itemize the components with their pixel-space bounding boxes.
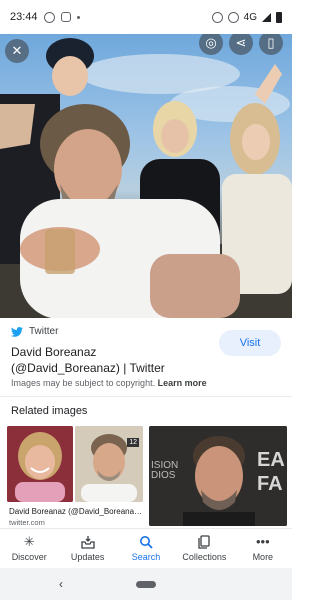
nav-collections[interactable]: Collections <box>175 529 233 568</box>
network-type: 4G <box>243 11 257 23</box>
home-pill[interactable] <box>136 581 156 588</box>
nav-search[interactable]: Search <box>117 529 175 568</box>
learn-more-link[interactable]: Learn more <box>158 378 207 388</box>
more-icon: ••• <box>256 534 270 549</box>
hero-photo <box>0 38 292 318</box>
share-icon: ⋖ <box>235 35 247 50</box>
result-title[interactable]: David Boreanaz (@David_Boreanaz) | Twitt… <box>11 344 201 376</box>
backdrop-text-right-2: FA <box>257 473 283 495</box>
dnd-icon <box>227 11 239 23</box>
nav-label: Search <box>131 552 161 562</box>
collections-icon <box>197 535 211 549</box>
related-thumb-3[interactable]: ISION DIOS EA FA <box>149 426 287 526</box>
nav-label: More <box>252 552 274 562</box>
related-heading: Related images <box>11 405 88 417</box>
inbox-icon <box>80 535 95 549</box>
nav-label: Collections <box>182 552 227 562</box>
related-photo-3: ISION DIOS EA FA <box>149 426 287 526</box>
backdrop-text-left-2: DIOS <box>151 470 176 481</box>
lens-icon: ◎ <box>205 35 217 50</box>
data-saver-icon <box>43 11 55 23</box>
asterisk-icon: ✳ <box>23 534 35 549</box>
hero-image[interactable]: ✕ ◎ ⋖ ▯ <box>0 34 292 318</box>
thumb-badge: 12 <box>127 438 139 447</box>
system-navigation: ‹ <box>0 568 292 600</box>
visit-button[interactable]: Visit <box>219 330 281 356</box>
status-bar: 23:44 4G <box>0 0 292 34</box>
close-button[interactable]: ✕ <box>5 39 29 63</box>
related-photo-1 <box>7 426 73 502</box>
divider <box>0 396 292 397</box>
instagram-icon <box>60 12 71 22</box>
related-thumb-1[interactable] <box>7 426 73 502</box>
source-name: Twitter <box>29 326 59 337</box>
nav-label: Updates <box>70 552 105 562</box>
copyright-text: Images may be subject to copyright. <box>11 378 156 388</box>
alarm-icon <box>211 11 223 23</box>
source-row: Twitter <box>11 326 58 337</box>
copyright-notice: Images may be subject to copyright. Lear… <box>11 378 207 388</box>
backdrop-text-right: EA <box>257 449 285 471</box>
signal-icon <box>262 12 271 22</box>
nav-updates[interactable]: Updates <box>58 529 116 568</box>
nav-label: Discover <box>11 552 47 562</box>
twitter-icon <box>11 326 23 337</box>
nav-discover[interactable]: ✳ Discover <box>0 529 58 568</box>
bookmark-icon: ▯ <box>267 35 275 50</box>
status-time: 23:44 <box>10 11 38 23</box>
search-icon <box>139 535 153 549</box>
bottom-navigation: ✳ Discover Updates Search Collections ••… <box>0 528 292 568</box>
related-thumb-2[interactable]: 12 <box>75 426 143 502</box>
back-icon[interactable]: ‹ <box>59 577 63 591</box>
notification-dot-icon <box>76 15 80 19</box>
battery-icon <box>276 11 282 23</box>
related-source-1: twitter.com <box>9 518 45 527</box>
close-icon: ✕ <box>11 43 23 58</box>
nav-more[interactable]: ••• More <box>234 529 292 568</box>
related-caption-1[interactable]: David Boreanaz (@David_Boreanaz... <box>9 507 144 516</box>
